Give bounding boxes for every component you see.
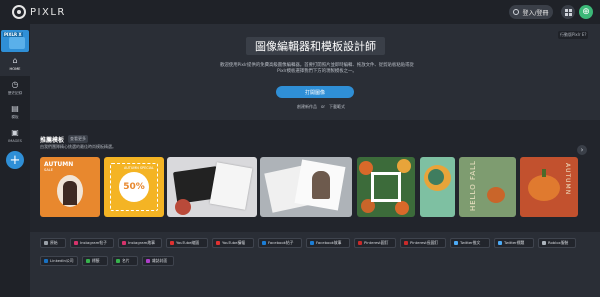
card-pumpkin xyxy=(528,175,560,201)
card-subtitle: SALE xyxy=(44,168,54,172)
open-image-button[interactable]: 打開圖像 xyxy=(276,86,354,98)
preset-chip[interactable]: Roblox服裝 xyxy=(538,238,576,248)
card-photo-person xyxy=(63,181,77,205)
image-icon xyxy=(9,37,25,49)
card-pumpkin xyxy=(487,187,505,203)
preset-icon xyxy=(116,259,120,263)
view-all-button[interactable]: 查看更多 xyxy=(68,135,88,143)
sidebar: PIXLR X ⌂ HOME ◷ 歷史記錄 ▤ 模板 ▣ IMAGES + xyxy=(0,24,30,297)
sidebar-item-label: 模板 xyxy=(11,114,19,119)
preset-icon xyxy=(216,241,220,245)
preset-chip[interactable]: LinkedIn公司 xyxy=(40,256,78,266)
preset-chip[interactable]: Twitter推文 xyxy=(450,238,490,248)
plus-icon: + xyxy=(9,152,21,168)
preset-chip[interactable]: Pinterest圖釘 xyxy=(354,238,396,248)
create-new-link[interactable]: 創建新作品 xyxy=(297,104,317,110)
sidebar-item-images[interactable]: ▣ IMAGES xyxy=(0,124,30,148)
template-card[interactable]: HELLO FALL xyxy=(459,157,516,217)
sidebar-item-home[interactable]: ⌂ HOME xyxy=(0,52,30,76)
preset-chip[interactable]: 雜誌封面 xyxy=(142,256,174,266)
sidebar-item-label: IMAGES xyxy=(8,139,22,143)
user-icon xyxy=(513,9,520,15)
brand-name: PIXLR xyxy=(30,6,66,18)
or-label: or xyxy=(320,104,326,109)
preset-icon xyxy=(146,259,150,263)
globe-icon: ⊕ xyxy=(582,7,590,17)
login-button[interactable]: 登入/登冊 xyxy=(509,5,553,19)
card-leaf xyxy=(395,201,409,215)
card-frame xyxy=(371,172,401,202)
preset-chip[interactable]: Facebook故事 xyxy=(306,238,350,248)
card-photo-plant xyxy=(175,199,191,215)
card-photo-person xyxy=(312,171,330,199)
sidebar-item-history[interactable]: ◷ 歷史記錄 xyxy=(0,76,30,100)
sidebar-item-templates[interactable]: ▤ 模板 xyxy=(0,100,30,124)
card-title: HELLO FALL xyxy=(469,160,477,211)
carousel-next-button[interactable]: › xyxy=(577,145,587,155)
top-bar: PIXLR 登入/登冊 ⊕ xyxy=(0,0,600,24)
preset-icon xyxy=(358,241,362,245)
template-card[interactable]: AUTUMN SPECIAL 50% xyxy=(104,157,164,217)
template-card[interactable] xyxy=(420,157,455,217)
preset-icon xyxy=(310,241,314,245)
preset-icon xyxy=(542,241,546,245)
hero-description: 歡迎使用Pixlr提供的免費高級圖像編輯器。首要打開照片並即時編輯、拖放文件、從… xyxy=(220,63,414,74)
sidebar-item-label: 歷史記錄 xyxy=(7,90,23,95)
home-icon: ⌂ xyxy=(12,56,18,65)
templates-icon: ▤ xyxy=(11,103,19,113)
preset-icon xyxy=(122,241,126,245)
card-title: AUTUMN xyxy=(44,161,74,168)
card-title: AUTUMN xyxy=(564,163,571,196)
preset-icon xyxy=(454,241,458,245)
preset-chip[interactable]: Facebook帖子 xyxy=(258,238,302,248)
page-title: 圖像編輯器和模板設計師 xyxy=(246,37,385,55)
preset-chip[interactable]: Instagram故事 xyxy=(118,238,162,248)
card-label: AUTUMN SPECIAL xyxy=(124,166,154,170)
pixlr-x-logo[interactable]: PIXLR X xyxy=(1,30,29,52)
apps-grid-button[interactable] xyxy=(561,5,575,19)
chevron-right-icon: › xyxy=(580,146,584,154)
preset-icon xyxy=(44,259,48,263)
history-icon: ◷ xyxy=(11,79,19,89)
card-tree xyxy=(428,169,444,185)
template-card[interactable] xyxy=(167,157,257,217)
logo-mark-icon xyxy=(12,5,26,19)
preset-icon xyxy=(262,241,266,245)
hero-links: 創建新作品 or 下載範式 xyxy=(291,104,351,110)
preset-chip[interactable]: 原始 xyxy=(40,238,66,248)
preset-chip[interactable]: 標籤 xyxy=(82,256,108,266)
card-pumpkin-stem xyxy=(542,169,546,177)
preset-chip[interactable]: Pinterest長圖釘 xyxy=(400,238,446,248)
images-icon: ▣ xyxy=(11,128,19,137)
preset-chip[interactable]: 名片 xyxy=(112,256,138,266)
preset-icon xyxy=(170,241,174,245)
template-card[interactable]: AUTUMN xyxy=(520,157,578,217)
card-photo-paper xyxy=(209,162,253,210)
grid-icon xyxy=(564,8,572,16)
language-button[interactable]: ⊕ xyxy=(579,5,593,19)
preset-chip[interactable]: Instagram帖子 xyxy=(70,238,114,248)
discount-badge: 50% xyxy=(119,172,149,202)
template-card[interactable] xyxy=(357,157,415,217)
preset-icon xyxy=(86,259,90,263)
template-card[interactable]: AUTUMN SALE xyxy=(40,157,100,217)
load-link[interactable]: 下載範式 xyxy=(329,104,345,110)
preset-icon xyxy=(498,241,502,245)
preset-chip[interactable]: Twitter標題 xyxy=(494,238,534,248)
login-label: 登入/登冊 xyxy=(522,9,549,17)
preset-chip[interactable]: YouTube橫幅 xyxy=(212,238,254,248)
templates-description: 由我們團隊精心挑選的最佳時尚模板精選。 xyxy=(40,144,116,149)
add-button[interactable]: + xyxy=(6,151,24,169)
preset-icon xyxy=(404,241,408,245)
preset-icon xyxy=(44,241,48,245)
template-card[interactable] xyxy=(260,157,352,217)
templates-title: 推薦模板 xyxy=(40,137,65,144)
card-leaf xyxy=(397,159,411,173)
mobile-version-badge[interactable]: 行動版Pixlr E? xyxy=(558,31,589,39)
sidebar-item-label: HOME xyxy=(9,67,21,71)
preset-chip[interactable]: YouTube縮圖 xyxy=(166,238,208,248)
pixlr-logo[interactable]: PIXLR xyxy=(12,5,66,19)
preset-icon xyxy=(74,241,78,245)
